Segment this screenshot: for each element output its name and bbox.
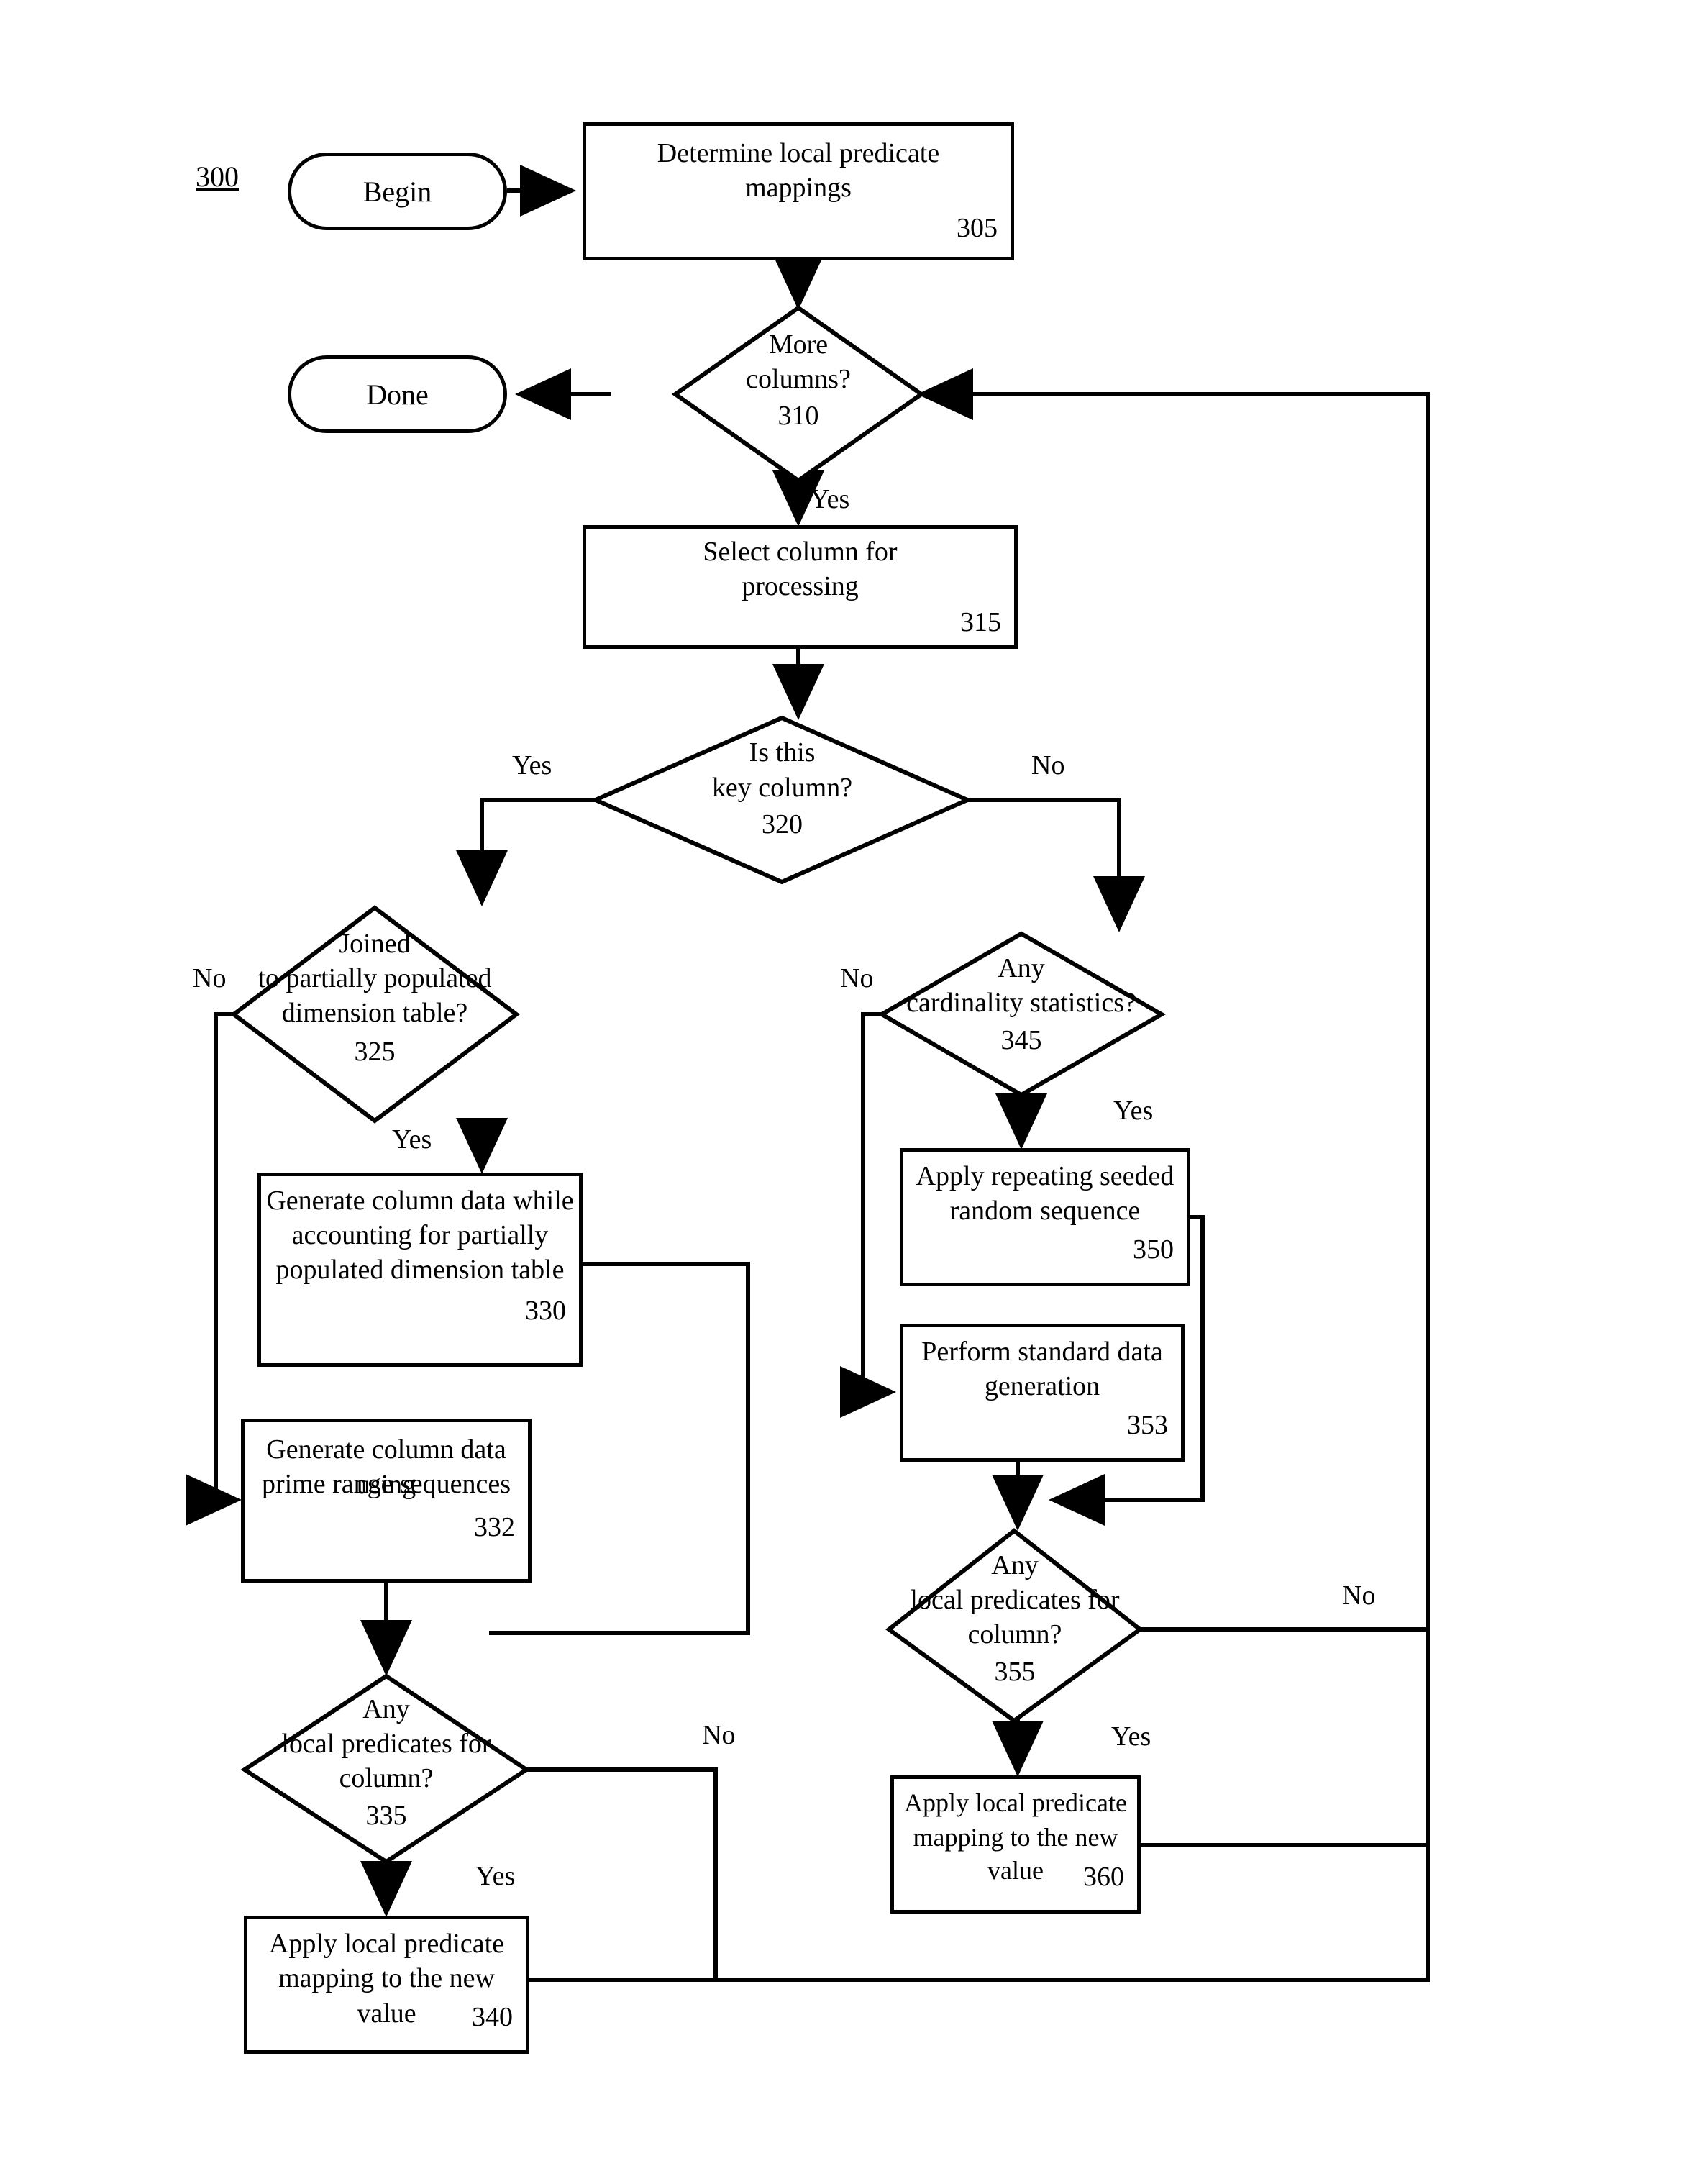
node-begin: Begin xyxy=(288,153,507,230)
node-305: Determine local predicate mappings 305 xyxy=(583,122,1014,260)
node-353: Perform standard data generation 353 xyxy=(900,1324,1185,1462)
node-345-text: Any cardinality statistics? 345 xyxy=(863,951,1180,1102)
node-355-line2: local predicates for xyxy=(910,1585,1120,1615)
node-310-line2: columns? xyxy=(746,364,851,394)
node-320-text: Is this key column? 320 xyxy=(619,735,946,886)
node-310-line1: More xyxy=(768,329,829,360)
edge-label-320-yes: Yes xyxy=(512,750,552,781)
flowchart-figure: 300 Begin Done Determine local predicate… xyxy=(0,0,1706,2184)
node-325-line2: to partially populated xyxy=(257,963,492,993)
node-315-line2: processing xyxy=(742,571,859,601)
edge-label-335-no: No xyxy=(702,1720,736,1750)
node-320-ref: 320 xyxy=(762,809,803,840)
node-310-ref: 310 xyxy=(777,401,819,431)
node-355-ref: 355 xyxy=(994,1657,1036,1687)
node-325-line1: Joined xyxy=(339,929,411,959)
edge-label-325-yes: Yes xyxy=(392,1124,432,1155)
node-345-line2: cardinality statistics? xyxy=(906,988,1136,1018)
node-330-line2: accounting for partially xyxy=(291,1220,549,1250)
node-325-line3: dimension table? xyxy=(281,998,468,1028)
node-360-ref: 360 xyxy=(1083,1862,1124,1892)
node-315-line1: Select column for xyxy=(703,537,898,567)
node-332: Generate column data using prime range s… xyxy=(241,1419,532,1583)
node-360-line1: Apply local predicate xyxy=(904,1788,1127,1817)
node-350-ref: 350 xyxy=(1133,1234,1174,1265)
node-350: Apply repeating seeded random sequence 3… xyxy=(900,1148,1190,1286)
node-353-line2: generation xyxy=(984,1371,1100,1401)
node-begin-label: Begin xyxy=(362,175,432,208)
node-335-line1: Any xyxy=(362,1694,410,1724)
node-340-line1: Apply local predicate xyxy=(268,1929,505,1959)
node-320-line2: key column? xyxy=(711,773,853,803)
node-355-text: Any local predicates for column? 355 xyxy=(860,1548,1169,1735)
node-305-line2: mappings xyxy=(745,173,852,203)
node-done: Done xyxy=(288,355,507,433)
figure-number: 300 xyxy=(196,160,239,193)
node-350-line1: Apply repeating seeded xyxy=(916,1161,1174,1191)
node-done-label: Done xyxy=(366,378,429,411)
node-330-ref: 330 xyxy=(525,1296,566,1326)
node-335-text: Any local predicates for column? 335 xyxy=(232,1692,541,1879)
node-340: Apply local predicate mapping to the new… xyxy=(244,1916,529,2054)
node-335-line3: column? xyxy=(339,1763,434,1793)
node-360: Apply local predicate mapping to the new… xyxy=(890,1775,1141,1914)
node-335-line2: local predicates for xyxy=(281,1729,491,1759)
node-335-ref: 335 xyxy=(365,1801,407,1831)
node-350-line2: random sequence xyxy=(949,1196,1141,1226)
edge-320-no-to-345 xyxy=(967,798,1145,932)
edge-label-355-no: No xyxy=(1342,1580,1376,1611)
node-332-line2: prime range sequences xyxy=(261,1469,511,1499)
node-330: Generate column data while accounting fo… xyxy=(257,1173,583,1367)
node-355-line3: column? xyxy=(967,1619,1062,1650)
node-310-text: More columns? 310 xyxy=(675,327,921,478)
node-315-ref: 315 xyxy=(960,607,1001,637)
node-353-ref: 353 xyxy=(1127,1410,1168,1440)
node-340-ref: 340 xyxy=(472,2002,513,2032)
edge-label-345-no: No xyxy=(840,963,874,993)
node-345-line1: Any xyxy=(998,953,1045,983)
edge-label-310-yes: Yes xyxy=(810,484,850,514)
edge-335-no xyxy=(526,1767,718,1980)
node-330-line1: Generate column data while xyxy=(266,1186,574,1216)
edge-label-335-yes: Yes xyxy=(475,1861,516,1891)
edge-label-320-no: No xyxy=(1031,750,1065,781)
node-332-ref: 332 xyxy=(474,1512,515,1542)
node-353-line1: Perform standard data xyxy=(921,1337,1163,1367)
node-320-line1: Is this xyxy=(749,737,816,768)
node-315: Select column for processing 315 xyxy=(583,525,1018,649)
node-345-ref: 345 xyxy=(1000,1025,1042,1055)
node-330-line3: populated dimension table xyxy=(275,1255,565,1285)
node-305-ref: 305 xyxy=(957,213,998,243)
edge-label-325-no: No xyxy=(193,963,227,993)
edge-label-355-yes: Yes xyxy=(1111,1721,1151,1752)
edge-label-345-yes: Yes xyxy=(1113,1096,1154,1126)
node-355-line1: Any xyxy=(991,1550,1039,1580)
node-325-text: Joined to partially populated dimension … xyxy=(219,927,530,1114)
node-305-line1: Determine local predicate xyxy=(657,138,940,168)
edge-320-yes-to-325 xyxy=(456,798,596,906)
node-325-ref: 325 xyxy=(354,1037,396,1067)
